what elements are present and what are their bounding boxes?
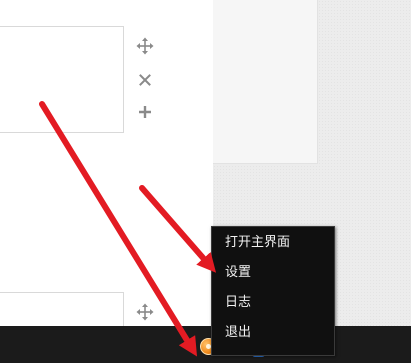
taskbar [0, 326, 411, 363]
menu-item-settings[interactable]: 设置 [212, 258, 334, 288]
app-main-panel [0, 0, 213, 332]
menu-item-exit[interactable]: 退出 [212, 318, 334, 348]
side-panel [213, 0, 318, 164]
close-icon[interactable] [136, 71, 154, 89]
move-icon[interactable] [136, 37, 154, 55]
top-input-box[interactable] [0, 26, 124, 133]
plus-icon[interactable] [136, 103, 154, 121]
tray-context-menu: 打开主界面 设置 日志 退出 [211, 226, 335, 356]
menu-item-open-main[interactable]: 打开主界面 [212, 228, 334, 258]
menu-item-log[interactable]: 日志 [212, 288, 334, 318]
move-icon[interactable] [136, 303, 154, 321]
